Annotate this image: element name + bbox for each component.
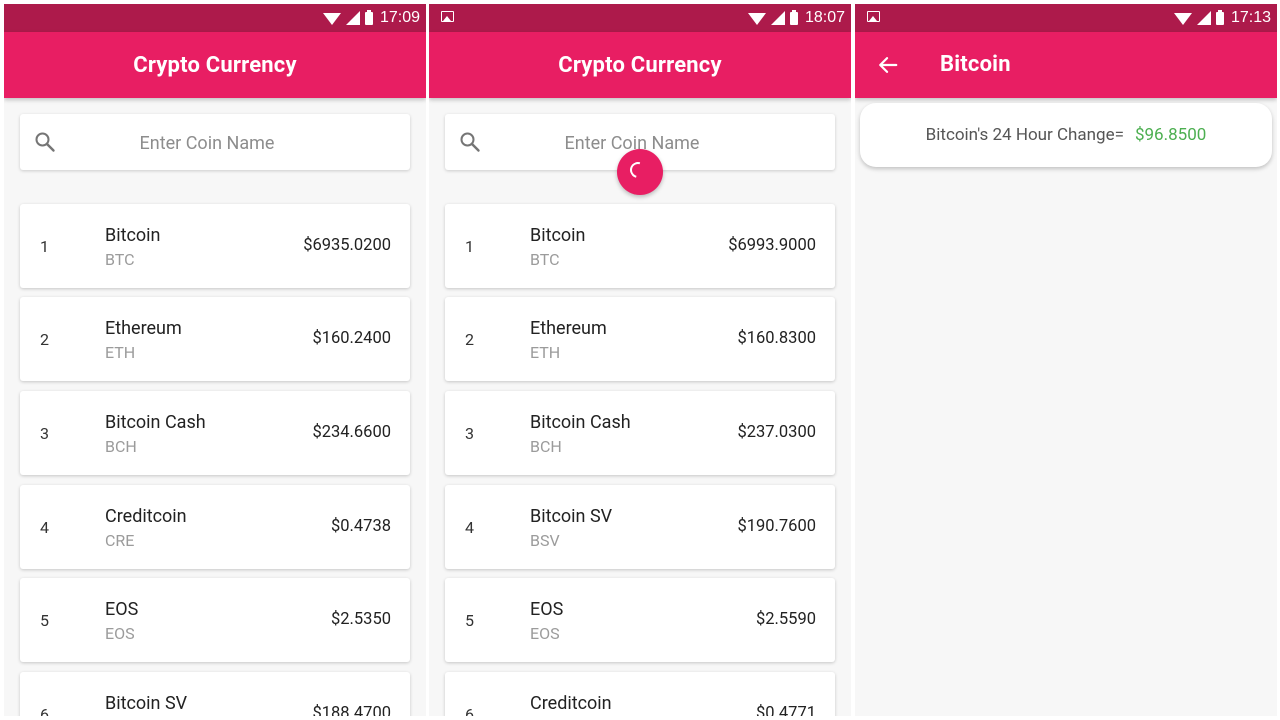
app-bar: Crypto Currency — [429, 32, 851, 98]
coin-symbol: ETH — [105, 343, 136, 362]
page-title: Bitcoin — [940, 52, 1011, 77]
coin-price: $160.8300 — [737, 329, 816, 348]
coin-rank: 6 — [465, 705, 474, 716]
coin-symbol: ETH — [530, 343, 561, 362]
coin-price: $2.5350 — [331, 610, 391, 629]
coin-rank: 6 — [40, 705, 49, 716]
coin-rank: 2 — [465, 330, 474, 349]
status-bar: 17:13 — [855, 4, 1277, 32]
coin-price: $234.6600 — [312, 423, 391, 442]
coin-price: $6935.0200 — [303, 236, 391, 255]
coin-card[interactable]: 3 Bitcoin Cash BCH $234.6600 — [20, 391, 410, 475]
coin-card[interactable]: 1 Bitcoin BTC $6935.0200 — [20, 204, 410, 288]
change-value: $96.8500 — [1134, 125, 1207, 145]
coin-price: $190.7600 — [737, 517, 816, 536]
coin-price: $6993.9000 — [728, 236, 816, 255]
screen-coin-list-1: 17:09 Crypto Currency 1 Bitcoin BTC $693… — [4, 4, 426, 716]
status-time: 18:07 — [804, 9, 845, 26]
coin-price: $160.2400 — [312, 329, 391, 348]
back-arrow-icon[interactable] — [877, 54, 899, 76]
search-bar[interactable] — [20, 114, 410, 170]
coin-name: Creditcoin — [530, 693, 612, 714]
coin-rank: 4 — [40, 518, 49, 537]
loading-spinner — [617, 149, 663, 195]
wifi-icon — [322, 13, 341, 25]
image-icon — [867, 11, 880, 22]
coin-card[interactable]: 6 Creditcoin $0.4771 — [445, 672, 835, 716]
coin-rank: 5 — [40, 611, 49, 630]
coin-rank: 1 — [40, 237, 49, 256]
wifi-icon — [747, 13, 766, 25]
coin-price: $0.4771 — [756, 704, 816, 716]
coin-name: Ethereum — [530, 318, 607, 339]
coin-price: $2.5590 — [756, 610, 816, 629]
app-title: Crypto Currency — [558, 52, 722, 78]
coin-price: $188.4700 — [312, 704, 391, 716]
battery-icon — [364, 9, 373, 25]
coin-price: $237.0300 — [737, 423, 816, 442]
battery-icon — [789, 9, 798, 25]
coin-name: EOS — [105, 599, 139, 620]
coin-card[interactable]: 4 Bitcoin SV BSV $190.7600 — [445, 485, 835, 569]
coin-symbol: EOS — [105, 624, 135, 643]
coin-name: Creditcoin — [105, 506, 187, 527]
coin-card[interactable]: 5 EOS EOS $2.5350 — [20, 578, 410, 662]
coin-name: Bitcoin Cash — [105, 412, 206, 433]
coin-symbol: CRE — [105, 531, 135, 550]
coin-rank: 2 — [40, 330, 49, 349]
status-icons — [322, 9, 373, 25]
search-icon — [460, 132, 480, 152]
coin-card[interactable]: 2 Ethereum ETH $160.2400 — [20, 297, 410, 381]
coin-rank: 5 — [465, 611, 474, 630]
coin-card[interactable]: 5 EOS EOS $2.5590 — [445, 578, 835, 662]
screen-coin-list-2: 18:07 Crypto Currency 1 Bitcoin BTC $699… — [429, 4, 851, 716]
status-icons — [1173, 9, 1224, 25]
signal-icon — [1196, 11, 1211, 25]
wifi-icon — [1173, 13, 1192, 25]
coin-name: Bitcoin SV — [530, 506, 613, 527]
coin-symbol: BSV — [530, 531, 560, 550]
coin-name: Bitcoin SV — [105, 693, 188, 714]
coin-symbol: BCH — [105, 437, 137, 456]
image-icon — [441, 11, 454, 22]
coin-name: Bitcoin — [105, 225, 161, 246]
coin-card[interactable]: 3 Bitcoin Cash BCH $237.0300 — [445, 391, 835, 475]
battery-icon — [1215, 9, 1224, 25]
coin-rank: 1 — [465, 237, 474, 256]
coin-card[interactable]: 2 Ethereum ETH $160.8300 — [445, 297, 835, 381]
search-icon — [35, 132, 55, 152]
change-label: Bitcoin's 24 Hour Change= — [925, 125, 1124, 145]
coin-card[interactable]: 4 Creditcoin CRE $0.4738 — [20, 485, 410, 569]
search-input[interactable] — [80, 128, 334, 158]
coin-rank: 4 — [465, 518, 474, 537]
coin-name: Ethereum — [105, 318, 182, 339]
coin-rank: 3 — [465, 424, 474, 443]
coin-name: Bitcoin — [530, 225, 586, 246]
screen-coin-detail: 17:13 Bitcoin Bitcoin's 24 Hour Change= … — [855, 4, 1277, 716]
coin-symbol: BCH — [530, 437, 562, 456]
app-title: Crypto Currency — [133, 52, 297, 78]
app-bar: Bitcoin — [855, 32, 1277, 98]
status-time: 17:09 — [379, 9, 420, 26]
coin-name: EOS — [530, 599, 564, 620]
coin-price: $0.4738 — [331, 517, 391, 536]
signal-icon — [345, 11, 360, 25]
app-bar: Crypto Currency — [4, 32, 426, 98]
signal-icon — [770, 11, 785, 25]
coin-symbol: BTC — [105, 250, 135, 269]
coin-symbol: BTC — [530, 250, 560, 269]
status-icons — [747, 9, 798, 25]
coin-rank: 3 — [40, 424, 49, 443]
coin-name: Bitcoin Cash — [530, 412, 631, 433]
coin-symbol: EOS — [530, 624, 560, 643]
status-bar: 18:07 — [429, 4, 851, 32]
status-bar: 17:09 — [4, 4, 426, 32]
status-time: 17:13 — [1230, 9, 1271, 26]
coin-card[interactable]: 1 Bitcoin BTC $6993.9000 — [445, 204, 835, 288]
change-card: Bitcoin's 24 Hour Change= $96.8500 — [860, 103, 1272, 167]
coin-card[interactable]: 6 Bitcoin SV $188.4700 — [20, 672, 410, 716]
